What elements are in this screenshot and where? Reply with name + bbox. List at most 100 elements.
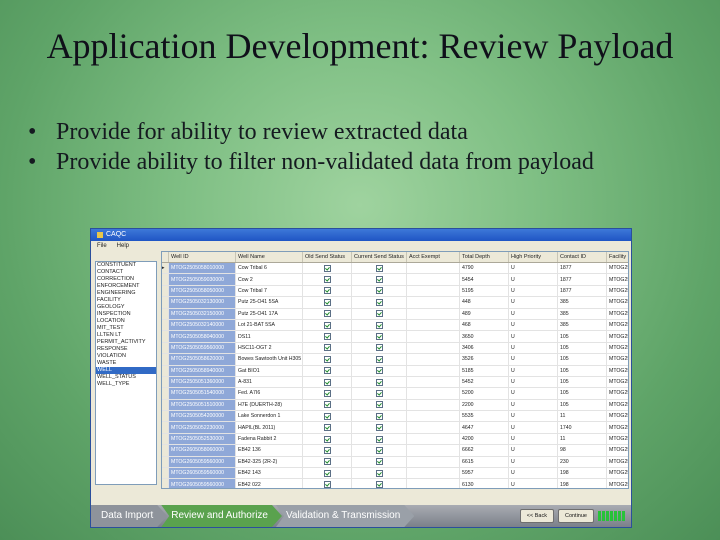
table-row[interactable]: MTOG2505032150000 Putz 25-O41 17A 489 U 385 M…: [162, 308, 628, 320]
table-row[interactable]: MTOG2505051360000A-831 5452U105MTOG250050…: [162, 376, 628, 389]
checkmark-icon[interactable]: [375, 446, 383, 454]
checkmark-icon[interactable]: [375, 287, 383, 295]
window-titlebar[interactable]: CAQC: [91, 229, 631, 241]
checkmark-icon[interactable]: [375, 401, 383, 409]
checkmark-icon[interactable]: [375, 310, 383, 318]
table-list-item[interactable]: WASTE: [96, 360, 156, 367]
checkmark-icon[interactable]: [375, 264, 383, 272]
table-list-item[interactable]: CORRECTION: [96, 276, 156, 283]
checkmark-icon[interactable]: [375, 355, 383, 363]
table-list-item[interactable]: PERMIT_ACTIVITY: [96, 339, 156, 346]
checkmark-icon[interactable]: [375, 424, 383, 432]
old-send-status-checkbox[interactable]: [302, 387, 352, 400]
checkmark-icon[interactable]: [323, 378, 331, 386]
old-send-status-checkbox[interactable]: [302, 353, 352, 366]
checkmark-icon[interactable]: [323, 435, 331, 443]
table-list-item[interactable]: CONSTITUENT: [96, 262, 156, 269]
checkmark-icon[interactable]: [323, 276, 331, 284]
table-list-item[interactable]: ENGINEERING: [96, 290, 156, 297]
old-send-status-checkbox[interactable]: [302, 365, 352, 377]
checkmark-icon[interactable]: [323, 481, 331, 488]
checkmark-icon[interactable]: [375, 389, 383, 397]
old-send-status-checkbox[interactable]: [302, 262, 352, 275]
table-row[interactable]: MTOG2505032140000 Lot 21-BAT 5SA 468 U 385 MT…: [162, 319, 628, 332]
checkmark-icon[interactable]: [323, 424, 331, 432]
current-send-status-checkbox[interactable]: [351, 456, 407, 469]
table-list-item[interactable]: LOCATION: [96, 318, 156, 325]
table-row[interactable]: ▸ MTOG2505058010000 Cow Tribal 6 4790 U 1877 M…: [162, 262, 628, 275]
checkmark-icon[interactable]: [323, 310, 331, 318]
table-row[interactable]: MTOG2505052530000 Fadena Rabbit 2 4200 U 11 M…: [162, 433, 628, 446]
checkmark-icon[interactable]: [323, 469, 331, 477]
table-list-item[interactable]: LLTEN LT: [96, 332, 156, 339]
table-row[interactable]: MTOG2505051540000 Fed. A7I6 5200 U 105 MTOG25…: [162, 387, 628, 400]
step-data-import[interactable]: Data Import: [91, 505, 167, 527]
menu-file[interactable]: File: [97, 241, 107, 251]
table-row[interactable]: MTOG2605058060000EB42 136 6662U98MTOG2500…: [162, 444, 628, 457]
current-send-status-checkbox[interactable]: [351, 353, 407, 366]
current-send-status-checkbox[interactable]: [351, 467, 407, 480]
checkmark-icon[interactable]: [323, 446, 331, 454]
current-send-status-checkbox[interactable]: [351, 444, 407, 457]
data-grid[interactable]: Well ID Well Name Old Send Status Current S…: [161, 251, 629, 489]
table-row[interactable]: MTOG2505052230000 HAPIL(BL 2011) 4647 U 1740…: [162, 421, 628, 434]
old-send-status-checkbox[interactable]: [302, 342, 352, 355]
checkmark-icon[interactable]: [375, 344, 383, 352]
old-send-status-checkbox[interactable]: [302, 308, 352, 320]
old-send-status-checkbox[interactable]: [302, 285, 352, 298]
table-list-item[interactable]: RESPONSE: [96, 346, 156, 353]
current-send-status-checkbox[interactable]: [351, 342, 407, 355]
checkmark-icon[interactable]: [323, 344, 331, 352]
checkmark-icon[interactable]: [375, 333, 383, 341]
checkmark-icon[interactable]: [375, 321, 383, 329]
checkmark-icon[interactable]: [375, 458, 383, 466]
current-send-status-checkbox[interactable]: [351, 285, 407, 298]
step-review-and-authorize[interactable]: Review and Authorize: [161, 505, 282, 527]
checkmark-icon[interactable]: [323, 264, 331, 272]
checkmark-icon[interactable]: [323, 333, 331, 341]
checkmark-icon[interactable]: [375, 435, 383, 443]
column-header[interactable]: Acct Exempt: [406, 252, 460, 263]
checkmark-icon[interactable]: [375, 469, 383, 477]
table-row[interactable]: MTOG2605059560000EB42 143 5957U198MTOG250…: [162, 467, 628, 480]
current-send-status-checkbox[interactable]: [351, 308, 407, 320]
table-row[interactable]: MTOG2505058050000 Cow Tribal 7 5195 U 1877 MT…: [162, 285, 628, 298]
old-send-status-checkbox[interactable]: [302, 399, 352, 412]
checkmark-icon[interactable]: [375, 298, 383, 306]
column-header[interactable]: Facility ID: [606, 252, 628, 263]
current-send-status-checkbox[interactable]: [351, 387, 407, 400]
old-send-status-checkbox[interactable]: [302, 410, 352, 423]
current-send-status-checkbox[interactable]: [351, 410, 407, 423]
current-send-status-checkbox[interactable]: [351, 421, 407, 434]
current-send-status-checkbox[interactable]: [351, 399, 407, 412]
table-row[interactable]: MTOG2605059560000EB42 022 6130U198MTOG250…: [162, 478, 628, 488]
table-row[interactable]: MTOG2505054200000 Lake Sonnerdon 1 5535 U 11…: [162, 410, 628, 423]
checkmark-icon[interactable]: [375, 276, 383, 284]
table-list-item[interactable]: MIT_TEST: [96, 325, 156, 332]
checkmark-icon[interactable]: [323, 321, 331, 329]
old-send-status-checkbox[interactable]: [302, 330, 352, 343]
table-row[interactable]: MTOG2505058620000 Bowes Sawtooth Unit H30…: [162, 353, 628, 366]
checkmark-icon[interactable]: [323, 367, 331, 375]
table-list-item[interactable]: ENFORCEMENT: [96, 283, 156, 290]
current-send-status-checkbox[interactable]: [351, 433, 407, 446]
column-header[interactable]: Contact ID: [557, 252, 607, 263]
table-row[interactable]: MTOG2505059030000Cow 2 5454U1877MTOG25005…: [162, 273, 628, 286]
checkmark-icon[interactable]: [323, 298, 331, 306]
table-list-item[interactable]: WELL_TYPE: [96, 381, 156, 388]
table-list-item[interactable]: FACILITY: [96, 297, 156, 304]
old-send-status-checkbox[interactable]: [302, 433, 352, 446]
current-send-status-checkbox[interactable]: [351, 296, 407, 309]
checkmark-icon[interactable]: [375, 367, 383, 375]
step-validation-transmission[interactable]: Validation & Transmission: [276, 505, 414, 527]
checkmark-icon[interactable]: [375, 412, 383, 420]
column-header[interactable]: High Priority: [508, 252, 558, 263]
table-list-item[interactable]: VIOLATION: [96, 353, 156, 360]
continue-button[interactable]: Continue: [557, 509, 594, 523]
checkmark-icon[interactable]: [375, 378, 383, 386]
old-send-status-checkbox[interactable]: [302, 376, 352, 389]
column-header[interactable]: Total Depth: [459, 252, 509, 263]
table-list[interactable]: CONSTITUENT CONTACT CORRECTION ENFORCEMENT E…: [95, 261, 157, 485]
checkmark-icon[interactable]: [323, 458, 331, 466]
column-header[interactable]: Well ID: [168, 252, 236, 263]
